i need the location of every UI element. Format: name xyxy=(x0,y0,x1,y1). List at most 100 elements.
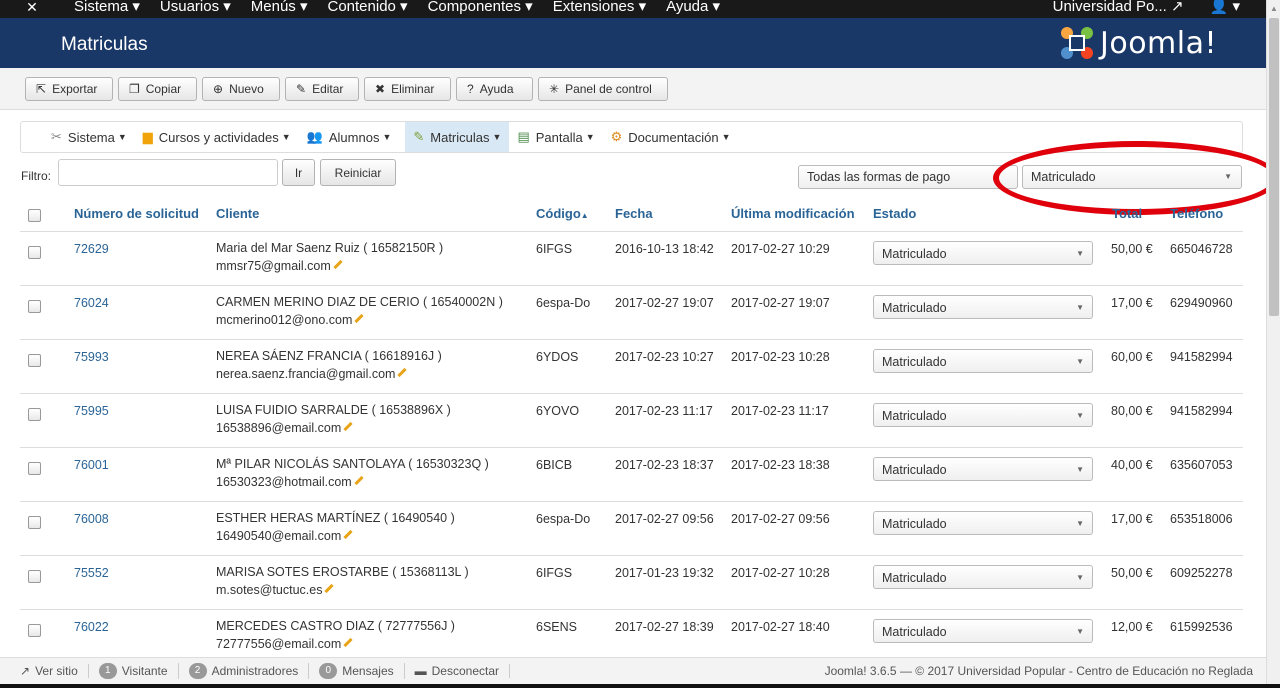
status-select[interactable]: Matriculado ▼ xyxy=(873,511,1093,535)
subnav-pantalla[interactable]: ▤ Pantalla ▼ xyxy=(515,122,602,152)
row-checkbox[interactable] xyxy=(28,300,41,313)
new-button[interactable]: ⊕ Nuevo xyxy=(202,77,280,101)
menu-contenido[interactable]: Contenido ▾ xyxy=(318,0,418,15)
row-checkbox[interactable] xyxy=(28,246,41,259)
col-codigo[interactable]: Código▲ xyxy=(536,206,589,221)
help-button[interactable]: ? Ayuda xyxy=(456,77,533,101)
menu-sistema[interactable]: Sistema ▾ xyxy=(64,0,150,15)
col-numero[interactable]: Número de solicitud xyxy=(74,206,199,221)
request-number-link[interactable]: 76024 xyxy=(74,296,109,310)
pencil-icon[interactable] xyxy=(397,367,408,378)
client-name: Mª PILAR NICOLÁS SANTOLAYA ( 16530323Q ) xyxy=(216,457,489,471)
status-select[interactable]: Matriculado ▼ xyxy=(873,295,1093,319)
status-select[interactable]: Matriculado ▼ xyxy=(873,619,1093,643)
pencil-icon[interactable] xyxy=(333,259,343,270)
code-cell: 6IFGS xyxy=(536,242,573,256)
client-name: ESTHER HERAS MARTÍNEZ ( 16490540 ) xyxy=(216,511,455,525)
external-link-icon: ↗ xyxy=(20,664,31,678)
col-total[interactable]: Total xyxy=(1112,206,1142,221)
pencil-icon[interactable] xyxy=(343,421,353,432)
joomla-logo-icon xyxy=(1061,27,1093,59)
client-cell: Mª PILAR NICOLÁS SANTOLAYA ( 16530323Q )… xyxy=(216,455,489,491)
status-select[interactable]: Matriculado ▼ xyxy=(873,241,1093,265)
select-all-checkbox[interactable] xyxy=(28,209,41,222)
copy-button[interactable]: ❐ Copiar xyxy=(118,77,197,101)
subnav-matriculas[interactable]: ✎ Matriculas ▼ xyxy=(405,122,510,152)
vertical-scrollbar[interactable]: ▲ xyxy=(1266,0,1280,688)
delete-button[interactable]: ✖ Eliminar xyxy=(364,77,451,101)
minus-icon: ▬ xyxy=(414,664,427,678)
status-select[interactable]: Matriculado ▼ xyxy=(873,403,1093,427)
subnav-sistema[interactable]: ✂ Sistema ▼ xyxy=(49,122,135,152)
request-number-link[interactable]: 75552 xyxy=(74,566,109,580)
subnav-cursos[interactable]: ▆ Cursos y actividades ▼ xyxy=(141,122,299,152)
filter-input[interactable] xyxy=(58,159,278,186)
pencil-icon[interactable] xyxy=(354,475,364,486)
client-email: 16538896@email.com xyxy=(216,419,451,437)
code-cell: 6espa-Do xyxy=(536,512,591,526)
edit-button[interactable]: ✎ Editar xyxy=(285,77,359,101)
reset-button[interactable]: Reiniciar xyxy=(320,159,396,186)
subnav-alumnos[interactable]: 👥 Alumnos ▼ xyxy=(305,122,400,152)
request-number-link[interactable]: 76001 xyxy=(74,458,109,472)
logout-link[interactable]: ▬ Desconectar xyxy=(405,664,510,678)
modified-cell: 2017-02-27 09:56 xyxy=(731,512,830,526)
client-cell: NEREA SÁENZ FRANCIA ( 16618916J ) nerea.s… xyxy=(216,347,442,383)
request-number-link[interactable]: 76008 xyxy=(74,512,109,526)
pencil-icon[interactable] xyxy=(354,313,364,324)
col-estado[interactable]: Estado xyxy=(873,206,916,221)
client-name: MARISA SOTES EROSTARBE ( 15368113L ) xyxy=(216,565,469,579)
user-menu[interactable]: 👤 ▾ xyxy=(1210,0,1240,15)
caret-down-icon: ▼ xyxy=(382,132,392,142)
menu-ayuda[interactable]: Ayuda ▾ xyxy=(656,0,730,15)
date-cell: 2017-02-27 18:39 xyxy=(615,620,714,634)
row-checkbox[interactable] xyxy=(28,570,41,583)
col-fecha[interactable]: Fecha xyxy=(615,206,653,221)
menu-extensiones[interactable]: Extensiones ▾ xyxy=(543,0,656,15)
subnav-documentacion[interactable]: ⚙ Documentación ▼ xyxy=(609,122,739,152)
user-icon: 👤 xyxy=(1209,0,1229,15)
chevron-down-icon: ▼ xyxy=(1076,249,1084,258)
control-panel-button[interactable]: ✳ Panel de control xyxy=(538,77,668,101)
row-checkbox[interactable] xyxy=(28,408,41,421)
col-telefono[interactable]: Teléfono xyxy=(1170,206,1223,221)
col-ultima-modificacion[interactable]: Última modificación xyxy=(731,206,855,221)
admin-menubar: ✕ Sistema ▾ Usuarios ▾ Menús ▾ Contenido… xyxy=(0,0,1266,18)
scrollbar-thumb[interactable] xyxy=(1269,18,1279,316)
modified-cell: 2017-02-23 11:17 xyxy=(731,404,829,418)
page-header: Matriculas Joomla! xyxy=(0,18,1266,68)
request-number-link[interactable]: 75995 xyxy=(74,404,109,418)
view-site-link[interactable]: ↗ Ver sitio xyxy=(10,664,89,678)
joomla-logo-icon[interactable]: ✕ xyxy=(0,0,64,16)
pencil-icon: ✎ xyxy=(413,129,425,144)
status-select[interactable]: Matriculado ▼ xyxy=(873,457,1093,481)
joomla-wordmark: Joomla! xyxy=(1100,25,1218,61)
code-cell: 6YDOS xyxy=(536,350,579,364)
request-number-link[interactable]: 75993 xyxy=(74,350,109,364)
row-checkbox[interactable] xyxy=(28,462,41,475)
payment-method-select[interactable]: Todas las formas de pago xyxy=(798,165,1018,189)
request-number-link[interactable]: 72629 xyxy=(74,242,109,256)
pencil-icon[interactable] xyxy=(324,583,335,594)
messages-link[interactable]: 0 Mensajes xyxy=(309,663,405,679)
menu-menus[interactable]: Menús ▾ xyxy=(241,0,318,15)
scroll-up-icon[interactable]: ▲ xyxy=(1270,4,1278,13)
phone-cell: 629490960 xyxy=(1170,296,1233,310)
pencil-icon[interactable] xyxy=(343,529,353,540)
pencil-icon[interactable] xyxy=(343,637,353,648)
menu-usuarios[interactable]: Usuarios ▾ xyxy=(150,0,241,15)
col-cliente[interactable]: Cliente xyxy=(216,206,259,221)
go-button[interactable]: Ir xyxy=(282,159,315,186)
status-select[interactable]: Matriculado ▼ xyxy=(873,565,1093,589)
row-checkbox[interactable] xyxy=(28,354,41,367)
total-cell: 50,00 € xyxy=(1111,242,1153,256)
export-button[interactable]: ⇱ Exportar xyxy=(25,77,113,101)
request-number-link[interactable]: 76022 xyxy=(74,620,109,634)
row-checkbox[interactable] xyxy=(28,516,41,529)
status-select[interactable]: Matriculado ▼ xyxy=(873,349,1093,373)
site-name-link[interactable]: Universidad Po... ↗ xyxy=(1053,0,1184,15)
row-checkbox[interactable] xyxy=(28,624,41,637)
menu-componentes[interactable]: Componentes ▾ xyxy=(418,0,543,15)
visitors-count-badge: 1 xyxy=(98,663,117,679)
table-row: 75993 NEREA SÁENZ FRANCIA ( 16618916J ) ne… xyxy=(20,339,1243,393)
